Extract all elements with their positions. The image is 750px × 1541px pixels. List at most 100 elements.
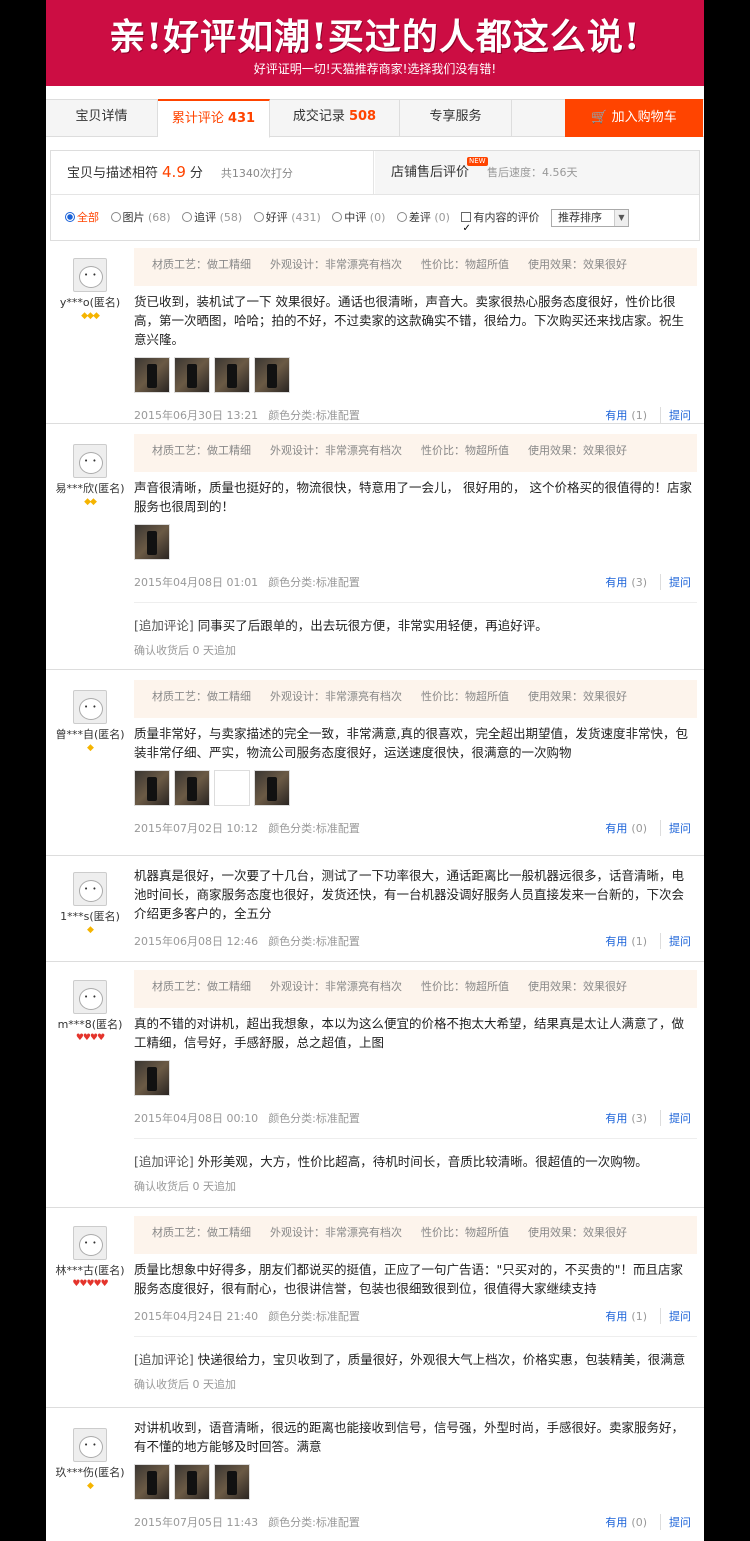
review-photo[interactable] <box>174 1464 210 1500</box>
review-item: y***o(匿名) ◆◆◆ 材质工艺：做工精细外观设计：非常漂亮有档次性价比：物… <box>46 248 704 424</box>
review-photo[interactable] <box>134 357 170 393</box>
ask-button[interactable]: 提问 <box>660 820 691 836</box>
review-photos <box>134 1060 697 1096</box>
reviewer-name: y***o(匿名) <box>59 296 121 309</box>
review-photos <box>134 524 697 560</box>
ask-button[interactable]: 提问 <box>660 1308 691 1324</box>
tab-services[interactable]: 专享服务 <box>400 99 512 137</box>
review-count: 431 <box>227 111 256 126</box>
filter-all[interactable]: 全部 <box>65 195 99 240</box>
review-meta: 2015年04月08日 00:10 颜色分类:标准配置 有用 (3) 提问 <box>134 1110 697 1126</box>
followup-meta: 确认收货后 0 天追加 <box>134 1180 236 1193</box>
filter-followup[interactable]: 追评 (58) <box>182 195 242 240</box>
review-text: 质量非常好，与卖家描述的完全一致，非常满意,真的很喜欢，完全超出期望值，发货速度… <box>134 726 688 760</box>
review-text: 机器真是很好，一次要了十几台，测试了一下功率很大，通话距离比一般机器远很多，话音… <box>134 868 685 921</box>
reviewer-name: 林***古(匿名) <box>55 1264 125 1277</box>
review-item: m***8(匿名) ♥♥♥♥ 材质工艺：做工精细外观设计：非常漂亮有档次性价比：… <box>46 970 704 1208</box>
review-page: 亲!好评如潮!买过的人都这么说! 好评证明一切!天猫推荐商家!选择我们没有错! … <box>46 0 704 1541</box>
review-text: 声音很清晰，质量也挺好的，物流很快，特意用了一会儿， 很好用的， 这个价格买的很… <box>134 480 692 514</box>
avatar <box>73 690 107 724</box>
review-meta: 2015年04月08日 01:01 颜色分类:标准配置 有用 (3) 提问 <box>134 574 697 590</box>
banner-subtitle: 好评证明一切!天猫推荐商家!选择我们没有错! <box>253 62 497 76</box>
ask-button[interactable]: 提问 <box>660 574 691 590</box>
tab-reviews[interactable]: 累计评论 431 <box>158 99 270 138</box>
reviewer-name: 曾***自(匿名) <box>55 728 125 741</box>
review-photo[interactable] <box>254 357 290 393</box>
review-photo[interactable] <box>254 770 290 806</box>
reviewer: 1***s(匿名) ◆ <box>46 858 134 935</box>
review-photos <box>134 770 697 806</box>
useful-button[interactable]: 有用 (1) <box>605 407 647 423</box>
review-meta: 2015年06月30日 13:21 颜色分类:标准配置 有用 (1) 提问 <box>134 407 697 423</box>
content-only-checkbox[interactable]: 有内容的评价 <box>461 195 539 251</box>
review-photo[interactable] <box>134 1464 170 1500</box>
useful-button[interactable]: 有用 (1) <box>605 1308 647 1324</box>
tab-transactions[interactable]: 成交记录 508 <box>270 99 400 137</box>
reviewer-level-icon: ◆◆ <box>84 497 97 507</box>
review-text: 真的不错的对讲机，超出我想象，本以为这么便宜的价格不抱太大希望，结果真是太让人满… <box>134 1016 685 1050</box>
review-photo[interactable] <box>174 770 210 806</box>
sku-info: 颜色分类:标准配置 <box>268 576 360 589</box>
review-item: 1***s(匿名) ◆ 机器真是很好，一次要了十几台，测试了一下功率很大，通话距… <box>46 858 704 962</box>
review-photo[interactable] <box>134 1060 170 1096</box>
useful-button[interactable]: 有用 (1) <box>605 933 647 949</box>
useful-button[interactable]: 有用 (3) <box>605 1110 647 1126</box>
followup-meta: 确认收货后 0 天追加 <box>134 644 236 657</box>
sku-info: 颜色分类:标准配置 <box>268 822 360 835</box>
avatar <box>73 872 107 906</box>
reviewer-level-icon: ◆ <box>87 1481 94 1491</box>
after-sale-rating[interactable]: 店铺售后评价 NEW 售后速度：4.56天 <box>375 151 699 194</box>
ask-button[interactable]: 提问 <box>660 1514 691 1530</box>
followup-meta: 确认收货后 0 天追加 <box>134 1378 236 1391</box>
reviewer-level-icon: ♥♥♥♥♥ <box>72 1279 108 1289</box>
review-date: 2015年07月05日 11:43 <box>134 1516 259 1529</box>
followup-review: [追加评论] 快递很给力，宝贝收到了，质量很好，外观很大气上档次，价格实惠，包装… <box>134 1336 697 1368</box>
review-text: 质量比想象中好得多，朋友们都说买的挺值，正应了一句广告语："只买对的，不买贵的"… <box>134 1262 684 1296</box>
filter-positive[interactable]: 好评 (431) <box>253 195 321 240</box>
ask-button[interactable]: 提问 <box>660 933 691 949</box>
reviewer: 曾***自(匿名) ◆ <box>46 680 134 753</box>
tab-details[interactable]: 宝贝详情 <box>46 99 158 137</box>
avatar <box>73 444 107 478</box>
reviewer-level-icon: ◆◆◆ <box>81 311 100 321</box>
review-photo[interactable] <box>214 357 250 393</box>
reviewer-level-icon: ◆ <box>87 743 94 753</box>
ask-button[interactable]: 提问 <box>660 407 691 423</box>
reviewer-level-icon: ♥♥♥♥ <box>75 1033 105 1043</box>
reviewer-name: 1***s(匿名) <box>60 910 120 923</box>
useful-button[interactable]: 有用 (0) <box>605 1514 647 1530</box>
avatar <box>73 980 107 1014</box>
review-photo[interactable] <box>214 770 250 806</box>
review-filters: 全部 图片 (68) 追评 (58) 好评 (431) 中评 (0) 差评 (0… <box>51 195 699 251</box>
impression-tags: 材质工艺：做工精细 外观设计：非常漂亮有档次 性价比：物超所值 使用效果：效果很好 <box>134 434 697 472</box>
review-date: 2015年04月08日 00:10 <box>134 1112 259 1125</box>
followup-review: [追加评论] 外形美观，大方，性价比超高，待机时间长，音质比较清晰。很超值的一次… <box>134 1138 697 1170</box>
useful-button[interactable]: 有用 (3) <box>605 574 647 590</box>
review-photos <box>134 1464 697 1500</box>
filter-negative[interactable]: 差评 (0) <box>396 195 450 240</box>
review-photo[interactable] <box>134 524 170 560</box>
tab-bar: 宝贝详情 累计评论 431 成交记录 508 专享服务 🛒 加入购物车 <box>46 99 704 138</box>
impression-tags: 材质工艺：做工精细 外观设计：非常漂亮有档次 性价比：物超所值 使用效果：效果很好 <box>134 970 697 1008</box>
useful-button[interactable]: 有用 (0) <box>605 820 647 836</box>
review-photo[interactable] <box>174 357 210 393</box>
review-item: 曾***自(匿名) ◆ 材质工艺：做工精细外观设计：非常漂亮有档次性价比：物超所… <box>46 680 704 856</box>
reviewer-name: 玖***伤(匿名) <box>55 1466 125 1479</box>
filter-neutral[interactable]: 中评 (0) <box>332 195 385 240</box>
sku-info: 颜色分类:标准配置 <box>268 409 360 422</box>
avatar <box>73 1428 107 1462</box>
rating-summary: 宝贝与描述相符 4.9 分共1340次打分 店铺售后评价 NEW 售后速度：4.56天 … <box>50 150 700 251</box>
filter-images[interactable]: 图片 (68) <box>110 195 171 240</box>
reviewer: 易***欣(匿名) ◆◆ <box>46 434 134 507</box>
review-photo[interactable] <box>214 1464 250 1500</box>
review-meta: 2015年07月02日 10:12 颜色分类:标准配置 有用 (0) 提问 <box>134 820 697 836</box>
add-to-cart-button[interactable]: 🛒 加入购物车 <box>565 99 703 137</box>
sort-select[interactable]: 推荐排序 ▼ <box>550 209 629 227</box>
reviewer: y***o(匿名) ◆◆◆ <box>46 248 134 321</box>
ask-button[interactable]: 提问 <box>660 1110 691 1126</box>
review-photo[interactable] <box>134 770 170 806</box>
review-text: 货已收到，装机试了一下 效果很好。通话也很清晰，声音大。卖家很热心服务态度很好，… <box>134 294 685 347</box>
reviewer: 林***古(匿名) ♥♥♥♥♥ <box>46 1216 134 1289</box>
avatar <box>73 258 107 292</box>
new-badge: NEW <box>467 157 488 166</box>
